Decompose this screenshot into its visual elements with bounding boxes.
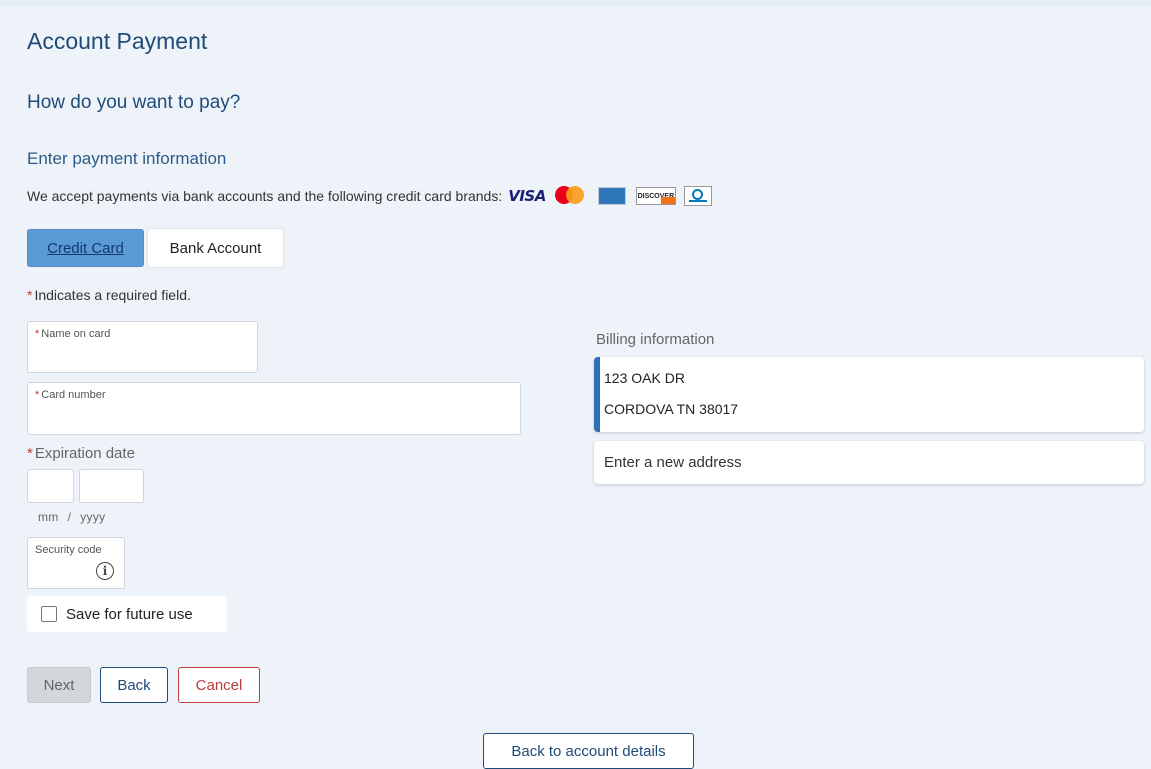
accept-text: We accept payments via bank accounts and…: [27, 188, 503, 204]
card-brand-logos: VISA DISCOVER: [508, 185, 712, 207]
save-for-future-use-option[interactable]: Save for future use: [27, 596, 227, 632]
expiration-year-input[interactable]: [80, 470, 143, 502]
discover-logo-icon: DISCOVER: [635, 187, 676, 205]
card-number-label: * Card number: [35, 389, 106, 401]
billing-address-card[interactable]: 123 OAK DR CORDOVA TN 38017: [594, 357, 1144, 432]
info-icon[interactable]: i: [96, 562, 114, 580]
diners-club-logo-icon: [683, 186, 712, 206]
payment-info-heading: Enter payment information: [27, 149, 227, 168]
required-star: *: [27, 287, 33, 303]
back-to-account-details-button[interactable]: Back to account details: [483, 733, 694, 769]
next-button[interactable]: Next: [27, 667, 91, 703]
yyyy-hint: yyyy: [80, 510, 106, 524]
pay-question-heading: How do you want to pay?: [27, 92, 241, 113]
cancel-button[interactable]: Cancel: [178, 667, 260, 703]
back-button[interactable]: Back: [100, 667, 168, 703]
address-line-1: 123 OAK DR: [604, 370, 685, 386]
required-note-text: Indicates a required field.: [34, 287, 191, 303]
enter-new-address-option[interactable]: Enter a new address: [594, 441, 1144, 484]
date-separator: /: [67, 510, 72, 524]
save-checkbox[interactable]: [41, 606, 57, 622]
expiration-month-field[interactable]: [27, 469, 74, 503]
top-bar: [0, 0, 1151, 6]
mastercard-logo-icon: [554, 185, 586, 207]
expiration-date-label: * Expiration date: [27, 445, 135, 462]
expiration-year-field[interactable]: [79, 469, 144, 503]
mm-hint: mm: [38, 510, 59, 524]
billing-information-label: Billing information: [596, 331, 715, 348]
amex-logo-icon: [597, 187, 626, 205]
name-on-card-input[interactable]: [34, 350, 251, 368]
security-code-label: Security code: [35, 544, 102, 556]
tab-credit-card[interactable]: Credit Card: [27, 229, 144, 267]
card-number-field[interactable]: * Card number: [27, 382, 521, 435]
address-line-2: CORDOVA TN 38017: [604, 401, 739, 417]
name-on-card-label: * Name on card: [35, 328, 111, 340]
accepted-payments-text: We accept payments via bank accounts and…: [27, 185, 712, 207]
save-for-future-use-label: Save for future use: [66, 605, 193, 623]
name-on-card-field[interactable]: * Name on card: [27, 321, 258, 373]
card-number-input[interactable]: [34, 412, 514, 430]
expiration-format-hint: mm / yyyy: [38, 510, 105, 524]
page-title: Account Payment: [27, 28, 208, 54]
visa-logo-icon: VISA: [508, 187, 546, 205]
expiration-month-input[interactable]: [28, 470, 73, 502]
tab-bank-account[interactable]: Bank Account: [148, 229, 283, 267]
required-field-note: * Indicates a required field.: [27, 287, 191, 303]
